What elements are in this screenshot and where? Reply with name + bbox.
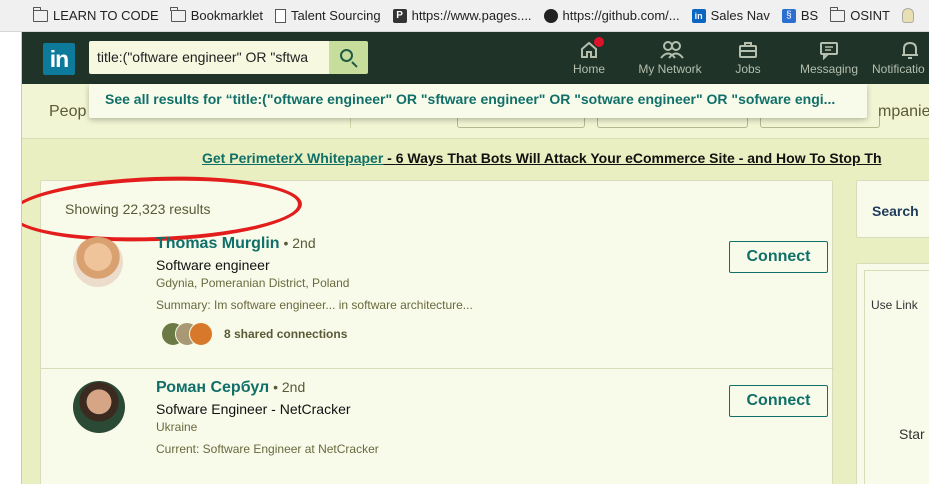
bookmark-label: BS (800, 8, 819, 23)
nav-messaging[interactable]: Messaging (797, 40, 861, 80)
person-location: Gdynia, Pomeranian District, Poland (156, 276, 350, 290)
person-location: Ukraine (156, 420, 198, 434)
top-navbar: in title:("oftware engineer" OR "sftwa H… (22, 32, 929, 84)
github-icon (543, 8, 558, 23)
person-name-text[interactable]: Thomas Murglin (156, 235, 280, 252)
person-name-text[interactable]: Роман Сербул (156, 379, 269, 396)
use-link-text[interactable]: Use Link (871, 298, 918, 312)
search-input[interactable]: title:("oftware engineer" OR "sftwa (89, 41, 329, 74)
ad-banner[interactable]: Get PerimeterX Whitepaper - 6 Ways That … (202, 150, 882, 166)
bookmark-label: Sales Nav (710, 8, 770, 23)
nav-label: Messaging (799, 62, 859, 76)
bookmark-github[interactable]: https://github.com/... (543, 8, 680, 23)
connection-degree: • 2nd (269, 379, 306, 395)
nav-label: Home (572, 62, 605, 76)
person-summary: Current: Software Engineer at NetCracker (156, 442, 379, 456)
folder-icon (170, 6, 186, 22)
folder-icon (32, 6, 48, 22)
connection-degree: • 2nd (279, 235, 316, 251)
bell-icon (900, 40, 920, 60)
bookmark-talent-sourcing[interactable]: Talent Sourcing (274, 8, 381, 23)
folder-icon (829, 6, 846, 22)
network-icon (660, 40, 684, 60)
search-sidebar-label[interactable]: Search (872, 203, 919, 219)
bookmark-label: Talent Sourcing (290, 8, 381, 23)
bookmark-bs[interactable]: § BS (781, 8, 819, 23)
connect-button[interactable]: Connect (729, 385, 828, 417)
bookmark-sales-nav[interactable]: in Sales Nav (691, 8, 770, 23)
bookmark-learn-to-code[interactable]: LEARN TO CODE (32, 6, 159, 23)
bookmark-osint[interactable]: OSINT (829, 6, 890, 23)
connect-button[interactable]: Connect (729, 241, 828, 273)
nav-jobs[interactable]: Jobs (730, 40, 766, 80)
bookmark-label: OSINT (850, 8, 890, 23)
search-sidebar-card: Search (856, 180, 929, 238)
bookmarks-bar: LEARN TO CODE Bookmarklet Talent Sourcin… (0, 0, 929, 32)
bs-icon: § (781, 8, 796, 23)
bookmark-label: https://github.com/... (562, 8, 680, 23)
shared-connections-label[interactable]: 8 shared connections (224, 327, 347, 341)
search-results-card: Showing 22,323 results Thomas Murglin • … (22, 171, 834, 484)
linkedin-page: in title:("oftware engineer" OR "sftwa H… (21, 32, 929, 484)
document-icon (274, 8, 286, 23)
bookmark-pages[interactable]: Phttps://www.pages.... (392, 8, 532, 23)
lightbulb-icon (901, 8, 914, 23)
person-title: Software engineer (156, 257, 270, 273)
briefcase-icon (738, 40, 758, 60)
messaging-icon (819, 40, 839, 61)
see-all-results-suggestion[interactable]: See all results for “title:("oftware eng… (89, 84, 867, 114)
person-summary: Summary: Im software engineer... in soft… (156, 298, 473, 312)
nav-notifications[interactable]: Notificatio (872, 40, 929, 80)
nav-label: Notificatio (872, 62, 925, 76)
ad-link[interactable]: Get PerimeterX Whitepaper (202, 150, 383, 166)
ad-text[interactable]: 6 Ways That Bots Will Attack Your eComme… (396, 150, 882, 166)
linkedin-icon: in (691, 8, 706, 23)
bookmark-label: LEARN TO CODE (53, 8, 159, 23)
person-title: Sofware Engineer - NetCracker (156, 401, 351, 417)
bookmark-label: https://www.pages.... (411, 8, 532, 23)
result-item: Thomas Murglin • 2nd Software engineer G… (41, 229, 834, 369)
notification-badge (593, 36, 605, 48)
search-icon-handle (351, 61, 358, 68)
search-suggestions-dropdown: See all results for “title:("oftware eng… (89, 84, 867, 118)
search-button[interactable] (329, 41, 368, 74)
result-item: Роман Сербул • 2nd Sofware Engineer - Ne… (41, 373, 834, 484)
person-name[interactable]: Thomas Murglin • 2nd (156, 235, 316, 253)
linkedin-logo[interactable]: in (43, 43, 75, 75)
avatar[interactable] (73, 237, 123, 287)
person-name[interactable]: Роман Сербул • 2nd (156, 379, 305, 397)
nav-my-network[interactable]: My Network (634, 40, 706, 80)
bookmark-bookmarklet[interactable]: Bookmarklet (170, 6, 263, 23)
nav-label: Jobs (735, 62, 761, 76)
bookmark-extension[interactable] (901, 8, 919, 23)
search-icon (340, 49, 353, 62)
sidebar-panel: Use Link Star (856, 263, 929, 484)
filter-people[interactable]: Peop (49, 103, 86, 121)
nav-label: My Network (638, 62, 702, 76)
bookmark-label: Bookmarklet (190, 8, 263, 23)
avatar[interactable] (73, 381, 125, 433)
nav-home[interactable]: Home (571, 36, 607, 80)
filter-companies[interactable]: mpanies (878, 103, 929, 121)
pages-icon: P (392, 8, 407, 23)
star-text: Star (899, 426, 925, 442)
home-icon (579, 36, 605, 60)
ad-separator: - (383, 150, 396, 166)
avatar (189, 322, 213, 346)
